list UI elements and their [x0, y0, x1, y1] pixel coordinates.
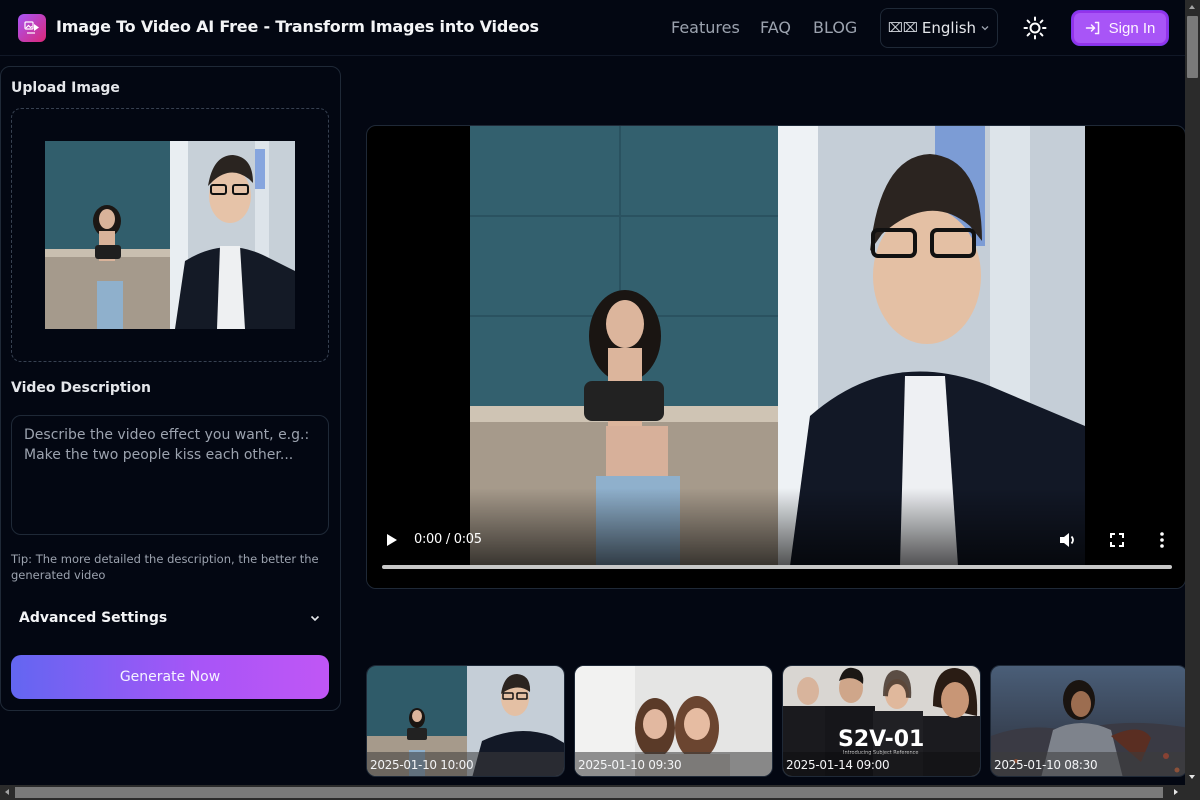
scroll-right-arrow-icon[interactable] — [1174, 789, 1178, 795]
more-options-button[interactable] — [1155, 532, 1169, 548]
image-upload-dropzone[interactable] — [11, 108, 329, 362]
top-navbar: Image To Video AI Free - Transform Image… — [0, 0, 1185, 56]
chevron-down-icon — [981, 26, 989, 31]
uploaded-image-preview — [45, 141, 295, 329]
sign-in-button[interactable]: Sign In — [1072, 11, 1168, 45]
vertical-scrollbar-thumb[interactable] — [1187, 16, 1198, 78]
upload-image-label: Upload Image — [11, 80, 120, 96]
advanced-settings-label: Advanced Settings — [19, 610, 168, 626]
gallery-item[interactable]: S2V-01 Introducing Subject Reference 202… — [782, 665, 981, 777]
description-tip: Tip: The more detailed the description, … — [11, 552, 319, 582]
gallery-item-date: 2025-01-14 09:00 — [786, 758, 890, 772]
nav-faq[interactable]: FAQ — [760, 18, 791, 37]
image-to-video-icon[interactable] — [18, 14, 46, 42]
video-player[interactable]: 0:00 / 0:05 — [366, 125, 1186, 589]
sign-in-label: Sign In — [1108, 19, 1156, 37]
fullscreen-button[interactable] — [1107, 532, 1127, 548]
s2v-title: S2V-01 — [838, 727, 924, 752]
language-selector[interactable]: ⌧⌧ English — [880, 8, 998, 48]
advanced-settings-toggle[interactable]: Advanced Settings — [11, 603, 329, 633]
video-description-input[interactable] — [11, 415, 329, 535]
fullscreen-icon — [1110, 533, 1124, 547]
scroll-down-arrow-icon[interactable] — [1189, 775, 1195, 779]
gallery-item-date: 2025-01-10 10:00 — [370, 758, 474, 772]
volume-button[interactable] — [1057, 532, 1079, 548]
gallery-item-date: 2025-01-10 09:30 — [578, 758, 682, 772]
generate-now-button[interactable]: Generate Now — [11, 655, 329, 699]
video-description-label: Video Description — [11, 380, 151, 396]
scroll-left-arrow-icon[interactable] — [5, 789, 9, 795]
nav-blog[interactable]: BLOG — [813, 18, 857, 37]
theme-toggle-button[interactable] — [1022, 15, 1048, 41]
volume-icon — [1060, 533, 1074, 547]
generator-panel: Upload Image Video Description Describe … — [0, 66, 341, 711]
horizontal-scrollbar-thumb[interactable] — [15, 787, 1163, 798]
video-progress-bar[interactable] — [382, 565, 1172, 569]
gallery-item[interactable]: 2025-01-10 08:30 — [990, 665, 1188, 777]
sign-in-icon — [1085, 21, 1099, 35]
play-button[interactable] — [382, 532, 402, 548]
gallery-item-date: 2025-01-10 08:30 — [994, 758, 1098, 772]
sun-icon — [1023, 16, 1047, 40]
page: Image To Video AI Free - Transform Image… — [0, 0, 1200, 800]
more-options-icon — [1160, 532, 1164, 548]
vertical-scrollbar[interactable] — [1185, 0, 1200, 785]
scroll-up-arrow-icon[interactable] — [1189, 5, 1195, 9]
nav-features[interactable]: Features — [671, 18, 740, 37]
app-title[interactable]: Image To Video AI Free - Transform Image… — [56, 17, 539, 36]
play-icon — [387, 534, 397, 546]
language-label: English — [921, 19, 977, 37]
gallery-item[interactable]: 2025-01-10 09:30 — [574, 665, 773, 777]
flag-icon: ⌧⌧ — [887, 20, 918, 36]
chevron-down-icon — [310, 615, 320, 622]
gallery-item[interactable]: 2025-01-10 10:00 — [366, 665, 565, 777]
video-time: 0:00 / 0:05 — [414, 532, 482, 547]
horizontal-scrollbar[interactable] — [0, 785, 1200, 800]
